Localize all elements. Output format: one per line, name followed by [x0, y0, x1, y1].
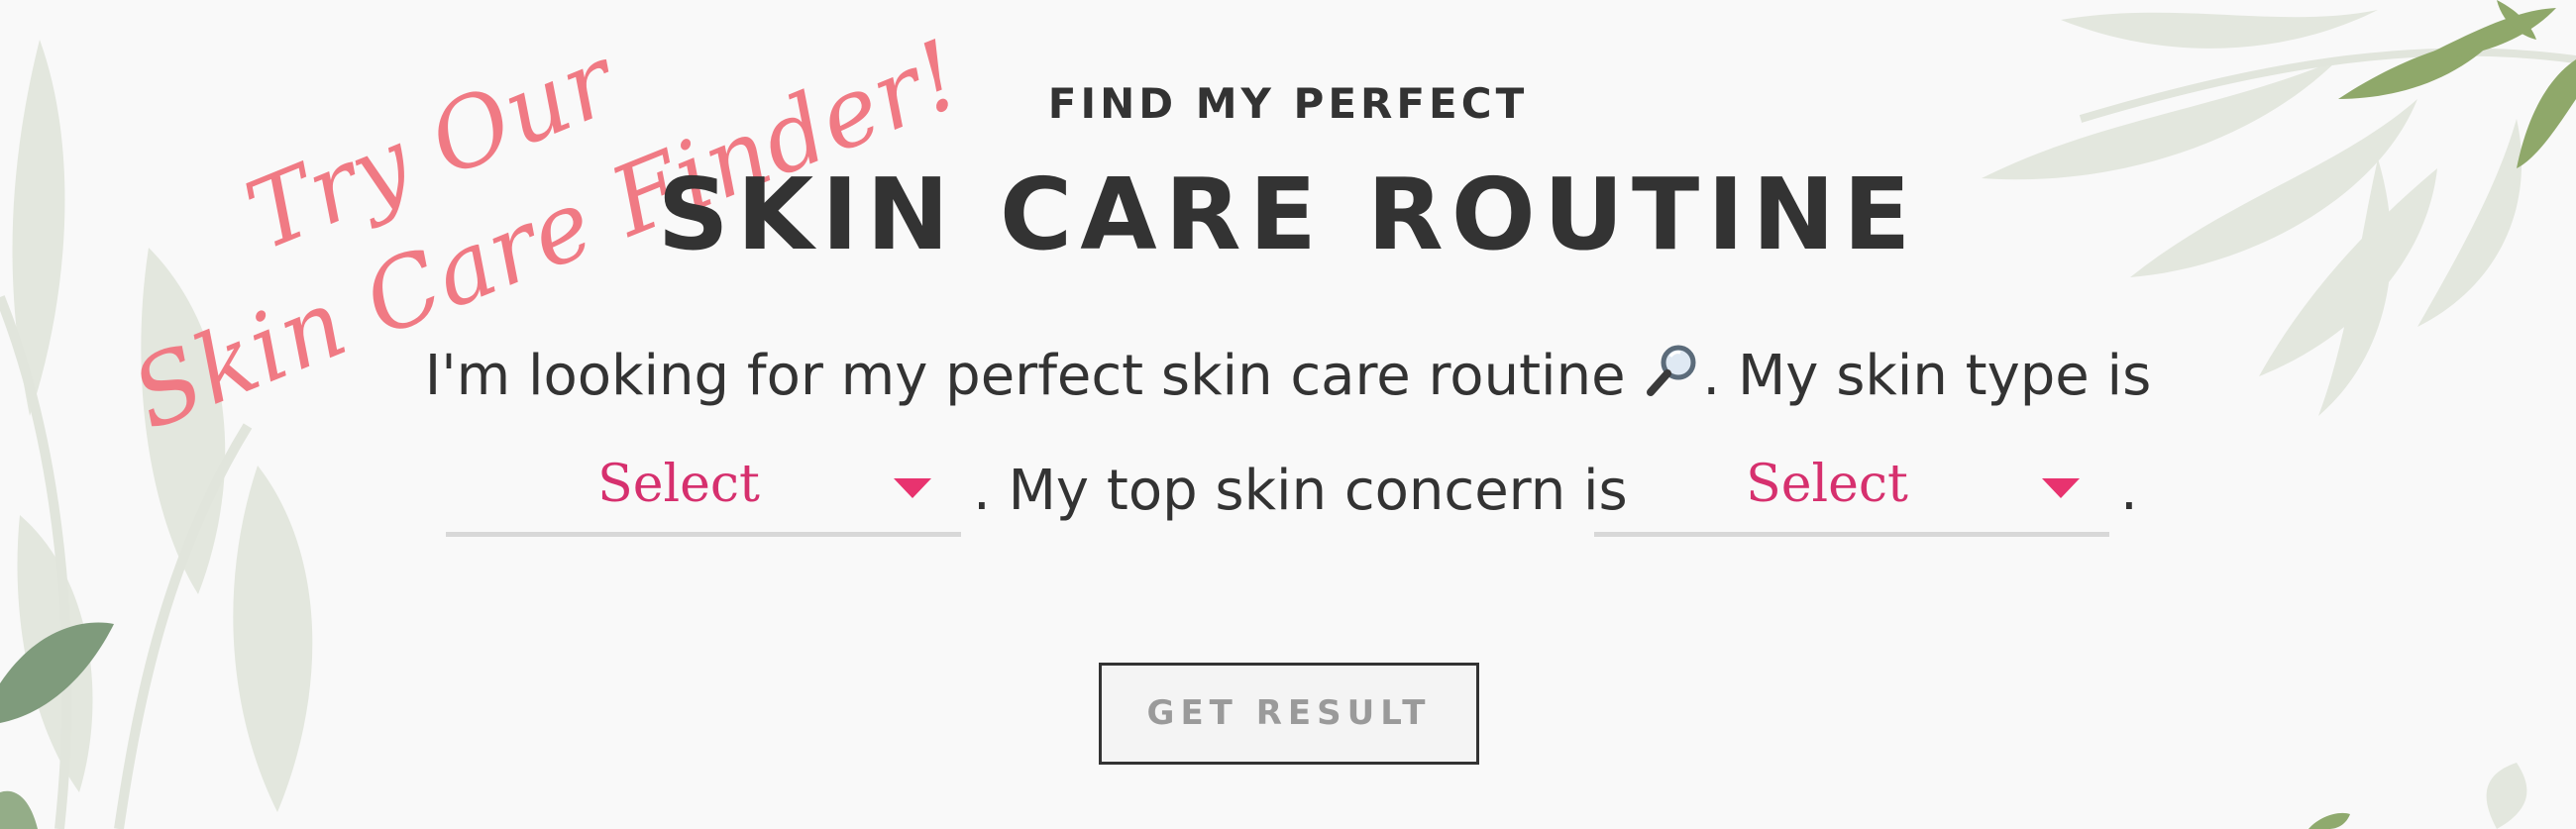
skin-concern-select-value: Select	[1746, 455, 1908, 514]
finder-sentence-line-1: I'm looking for my perfect skin care rou…	[0, 341, 2576, 408]
concern-text: . My top skin concern is	[973, 459, 1628, 523]
page-title: SKIN CARE ROUTINE	[657, 156, 1919, 272]
skin-type-select[interactable]: Select	[446, 451, 961, 537]
sentence-start-text: I'm looking for my perfect skin care rou…	[424, 344, 1626, 408]
page-kicker: FIND MY PERFECT	[1047, 79, 1529, 128]
magnifying-glass-icon	[1647, 345, 1696, 396]
skin-type-select-value: Select	[597, 455, 760, 514]
get-result-button[interactable]: GET RESULT	[1099, 663, 1479, 765]
chevron-down-icon	[2042, 478, 2080, 498]
skin-care-finder-banner: Try Our Skin Care Finder! FIND MY PERFEC…	[0, 0, 2576, 829]
skin-concern-select[interactable]: Select	[1594, 451, 2109, 537]
sentence-end-period: .	[2120, 459, 2138, 523]
sentence-skin-type-text: . My skin type is	[1702, 344, 2152, 408]
finder-sentence-line-2: Select . My top skin concern is Select .	[0, 451, 2576, 550]
chevron-down-icon	[894, 478, 931, 498]
